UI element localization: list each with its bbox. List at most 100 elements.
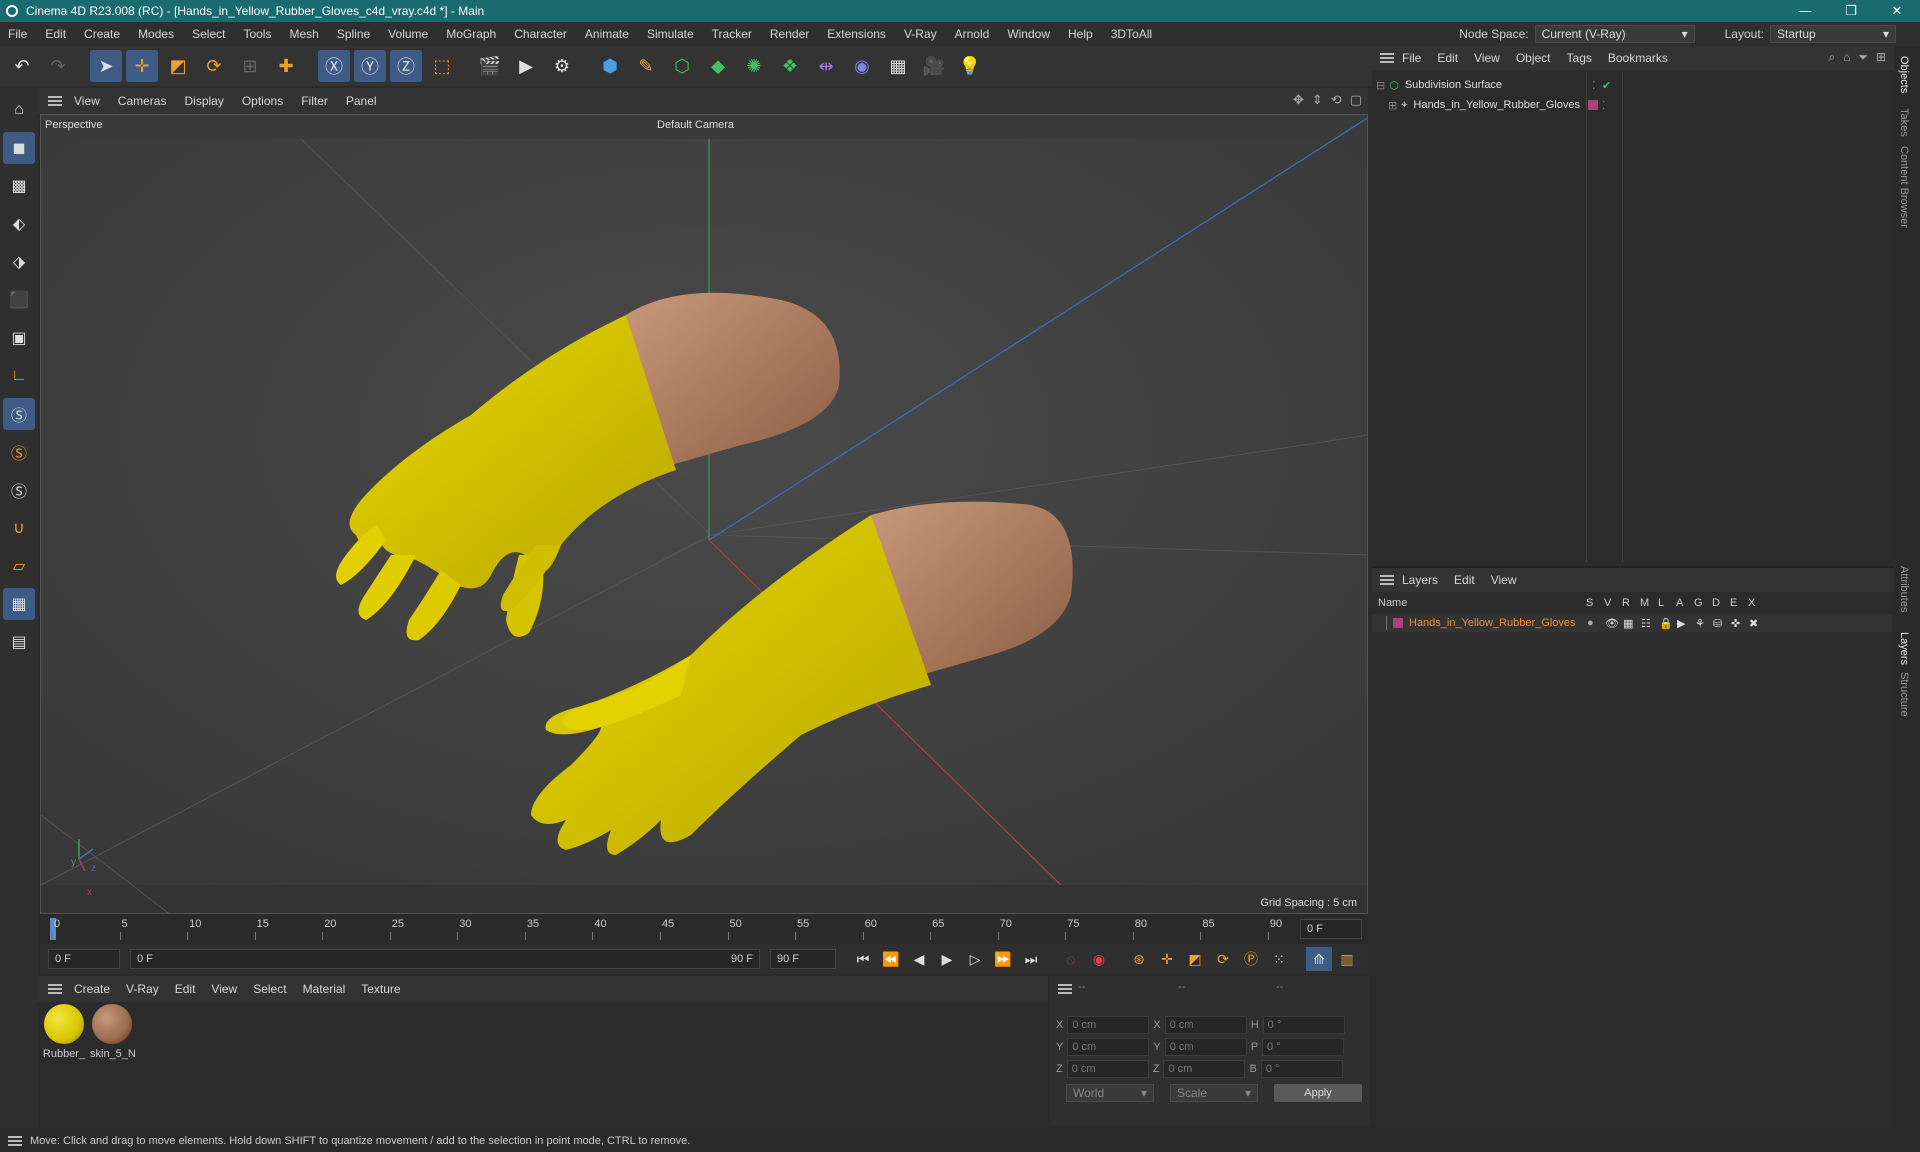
motion-mode-button[interactable]: ⟰ <box>1306 947 1332 971</box>
texture-mode-button[interactable]: ▩ <box>3 170 35 202</box>
field-button[interactable]: ◉ <box>846 50 878 82</box>
node-space-select[interactable]: Current (V-Ray) ▾ <box>1534 25 1695 43</box>
position-x-field[interactable]: 0 cm <box>1067 1016 1150 1034</box>
lock-workplane-button[interactable]: ▤ <box>3 626 35 658</box>
magnet-button[interactable]: ∪ <box>3 512 35 544</box>
viewport-menu-view[interactable]: View <box>74 94 100 108</box>
snap-settings-button[interactable]: Ⓢ <box>3 436 35 468</box>
menu-extensions[interactable]: Extensions <box>827 27 886 41</box>
expand-icon[interactable]: ⊟ <box>1376 79 1385 92</box>
move-tool-button[interactable]: ✛ <box>126 50 158 82</box>
menu-select[interactable]: Select <box>192 27 225 41</box>
eye-icon[interactable]: 👁 <box>1605 617 1623 630</box>
lock-icon[interactable]: 🔒 <box>1659 617 1677 630</box>
menu-create[interactable]: Create <box>84 27 120 41</box>
expand-icon[interactable]: ⊞ <box>1388 99 1397 112</box>
key-parameter-button[interactable]: Ⓟ <box>1238 947 1264 971</box>
cloner-button[interactable]: ❖ <box>774 50 806 82</box>
deformer-button[interactable]: ⇹ <box>810 50 842 82</box>
deformer-icon[interactable]: ⛁ <box>1713 617 1731 630</box>
menu-3dtoall[interactable]: 3DToAll <box>1111 27 1152 41</box>
tab-layers[interactable]: Layers <box>1898 632 1910 665</box>
material-swatch-skin[interactable]: skin_5_N <box>90 1004 136 1060</box>
make-editable-button[interactable]: ⌂ <box>3 94 35 126</box>
tab-attributes[interactable]: Attributes <box>1898 566 1910 612</box>
keyframe-selection-button[interactable]: ⊛ <box>1126 947 1152 971</box>
menu-modes[interactable]: Modes <box>138 27 174 41</box>
play-button[interactable]: ▶ <box>934 947 960 971</box>
object-menu-file[interactable]: File <box>1402 51 1421 65</box>
position-y-field[interactable]: 0 cm <box>1067 1038 1150 1056</box>
polygons-mode-button[interactable]: ⬛ <box>3 284 35 316</box>
size-x-field[interactable]: 0 cm <box>1164 1016 1247 1034</box>
menu-vray[interactable]: V-Ray <box>904 27 937 41</box>
range-slider[interactable]: 0 F 90 F <box>130 949 760 969</box>
hamburger-icon[interactable] <box>8 1136 22 1146</box>
material-menu-texture[interactable]: Texture <box>361 982 400 996</box>
camera-button[interactable]: 🎥 <box>918 50 950 82</box>
key-scale-button[interactable]: ◩ <box>1182 947 1208 971</box>
hamburger-icon[interactable] <box>1058 984 1072 994</box>
home-icon[interactable]: ⌂ <box>1843 50 1850 65</box>
hamburger-icon[interactable] <box>48 96 62 106</box>
edges-mode-button[interactable]: ⬗ <box>3 246 35 278</box>
viewport-menu-filter[interactable]: Filter <box>301 94 328 108</box>
snap-mode-button[interactable]: Ⓢ <box>3 474 35 506</box>
undo-button[interactable]: ↶ <box>6 50 38 82</box>
coordinate-system-button[interactable]: ⬚ <box>426 50 458 82</box>
zoom-view-icon[interactable]: ⇕ <box>1312 92 1323 108</box>
subdivision-button[interactable]: ⬡ <box>666 50 698 82</box>
grid-button[interactable]: ▦ <box>3 588 35 620</box>
generator-icon[interactable]: ⚘ <box>1695 617 1713 630</box>
menu-file[interactable]: File <box>8 27 27 41</box>
render-icon[interactable]: ▦ <box>1623 617 1641 630</box>
material-swatch-rubber[interactable]: Rubber_ <box>42 1004 86 1060</box>
key-pla-button[interactable]: ⁙ <box>1266 947 1292 971</box>
snap-button[interactable]: Ⓢ <box>3 398 35 430</box>
menu-edit[interactable]: Edit <box>45 27 66 41</box>
object-menu-view[interactable]: View <box>1474 51 1500 65</box>
workplane-button[interactable]: ▱ <box>3 550 35 582</box>
tab-takes[interactable]: Takes <box>1898 108 1910 137</box>
render-view-button[interactable]: 🎬 <box>474 50 506 82</box>
material-menu-vray[interactable]: V-Ray <box>126 982 159 996</box>
end-frame-field[interactable]: 90 F <box>770 949 836 969</box>
array-button[interactable]: ✺ <box>738 50 770 82</box>
extrude-button[interactable]: ◆ <box>702 50 734 82</box>
menu-character[interactable]: Character <box>514 27 567 41</box>
position-z-field[interactable]: 0 cm <box>1066 1060 1149 1078</box>
model-mode-button[interactable]: ◼ <box>3 132 35 164</box>
close-button[interactable]: ✕ <box>1874 0 1920 22</box>
material-menu-create[interactable]: Create <box>74 982 110 996</box>
menu-tracker[interactable]: Tracker <box>712 27 752 41</box>
menu-volume[interactable]: Volume <box>388 27 428 41</box>
hamburger-icon[interactable] <box>1380 53 1394 63</box>
material-menu-select[interactable]: Select <box>253 982 286 996</box>
key-position-button[interactable]: ✛ <box>1154 947 1180 971</box>
z-axis-button[interactable]: Ⓩ <box>390 50 422 82</box>
menu-animate[interactable]: Animate <box>585 27 629 41</box>
checkmark-icon[interactable]: ✔ <box>1602 79 1611 92</box>
layer-menu-edit[interactable]: Edit <box>1454 573 1475 587</box>
autokey-button[interactable]: ◉ <box>1086 947 1112 971</box>
record-button[interactable]: ⦸ <box>1058 947 1084 971</box>
object-menu-bookmarks[interactable]: Bookmarks <box>1608 51 1668 65</box>
hamburger-icon[interactable] <box>1380 575 1394 585</box>
expression-icon[interactable]: ✜ <box>1731 617 1749 630</box>
menu-spline[interactable]: Spline <box>337 27 370 41</box>
layer-row[interactable]: Hands_in_Yellow_Rubber_Gloves ● 👁 ▦ ☷ 🔒 … <box>1372 614 1892 632</box>
timeline-window-button[interactable]: ▥ <box>1334 947 1360 971</box>
tab-structure[interactable]: Structure <box>1898 672 1910 717</box>
pen-tool-button[interactable]: ✎ <box>630 50 662 82</box>
transform-tool-button[interactable]: ⊞ <box>234 50 266 82</box>
pan-view-icon[interactable]: ✥ <box>1293 92 1304 108</box>
next-key-button[interactable]: ⏩ <box>990 947 1016 971</box>
timeline-ruler[interactable]: 0 5 10 15 20 25 30 35 40 45 50 55 60 65 70 75 80 85 90 0 F <box>40 914 1368 944</box>
object-menu-object[interactable]: Object <box>1516 51 1551 65</box>
go-to-end-button[interactable]: ⏭ <box>1018 947 1044 971</box>
viewport-menu-options[interactable]: Options <box>242 94 283 108</box>
object-row-hands[interactable]: ⊞ ⌖ Hands_in_Yellow_Rubber_Gloves ⁚ <box>1372 96 1892 114</box>
rotation-p-field[interactable]: 0 ° <box>1262 1038 1345 1056</box>
layer-menu-view[interactable]: View <box>1491 573 1517 587</box>
tab-objects[interactable]: Objects <box>1898 56 1910 93</box>
